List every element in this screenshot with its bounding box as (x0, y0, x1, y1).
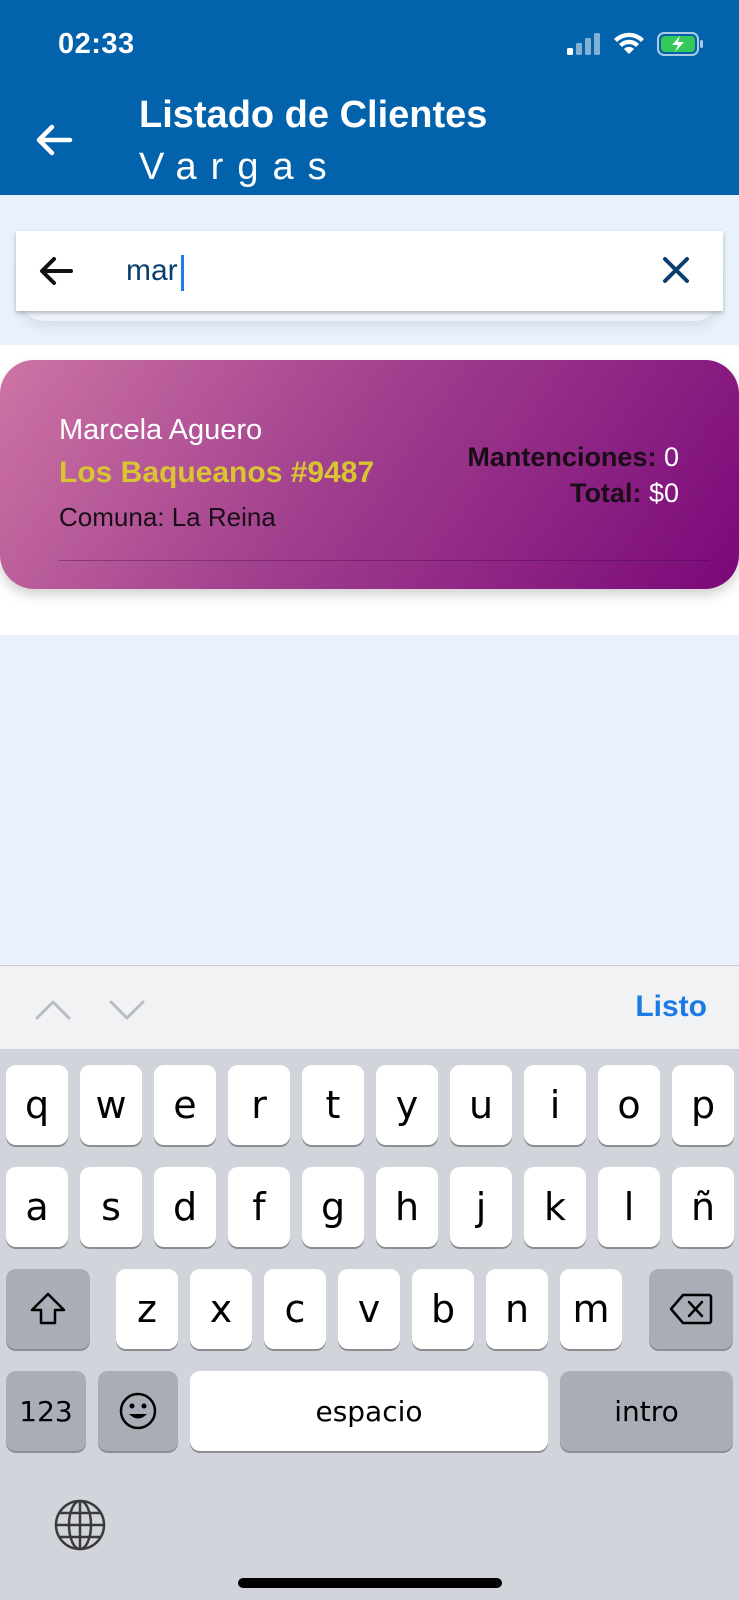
client-list: Marcela Aguero Los Baqueanos #9487 Comun… (0, 345, 739, 635)
wifi-icon (614, 32, 644, 54)
search-input[interactable] (126, 249, 626, 293)
key-u[interactable]: u (450, 1065, 512, 1145)
status-time: 02:33 (58, 28, 135, 60)
key-k[interactable]: k (524, 1167, 586, 1247)
client-name: Marcela Aguero (59, 414, 263, 446)
maintenance-label: Mantenciones: (467, 442, 657, 472)
emoji-key[interactable] (98, 1371, 178, 1451)
clear-icon[interactable] (659, 253, 693, 287)
total-amount: Total: $0 (570, 478, 679, 509)
backspace-icon (669, 1293, 713, 1325)
key-enye[interactable]: ñ (672, 1167, 734, 1247)
key-c[interactable]: c (264, 1269, 326, 1349)
client-comuna: Comuna: La Reina (59, 502, 276, 532)
done-button[interactable]: Listo (635, 990, 707, 1024)
status-icons (567, 32, 705, 56)
battery-charging-icon (657, 32, 703, 56)
key-t[interactable]: t (302, 1065, 364, 1145)
space-key[interactable]: espacio (190, 1371, 548, 1451)
key-d[interactable]: d (154, 1167, 216, 1247)
key-g[interactable]: g (302, 1167, 364, 1247)
key-j[interactable]: j (450, 1167, 512, 1247)
search-back-icon[interactable] (36, 251, 76, 291)
key-h[interactable]: h (376, 1167, 438, 1247)
key-y[interactable]: y (376, 1065, 438, 1145)
total-label: Total: (569, 478, 642, 508)
key-q[interactable]: q (6, 1065, 68, 1145)
return-key[interactable]: intro (560, 1371, 733, 1451)
emoji-icon (119, 1392, 157, 1430)
key-s[interactable]: s (80, 1167, 142, 1247)
back-arrow-icon[interactable] (32, 118, 76, 162)
key-n[interactable]: n (486, 1269, 548, 1349)
chevron-down-icon[interactable] (108, 990, 146, 1028)
text-caret (181, 255, 184, 291)
backspace-key[interactable] (649, 1269, 733, 1349)
key-i[interactable]: i (524, 1065, 586, 1145)
chevron-up-icon[interactable] (34, 990, 72, 1028)
key-w[interactable]: w (80, 1065, 142, 1145)
key-o[interactable]: o (598, 1065, 660, 1145)
app-header: 02:33 Listado de Clientes Vargas (0, 0, 739, 195)
search-bar (16, 231, 723, 311)
keyboard: q w e r t y u i o p a s d f g h j k l ñ … (0, 1049, 739, 1600)
globe-icon[interactable] (52, 1497, 108, 1553)
keyboard-toolbar: Listo (0, 965, 739, 1049)
key-l[interactable]: l (598, 1167, 660, 1247)
client-card[interactable]: Marcela Aguero Los Baqueanos #9487 Comun… (0, 360, 739, 589)
client-address: Los Baqueanos #9487 (59, 456, 375, 489)
empty-area (0, 635, 739, 965)
maintenance-value: 0 (663, 442, 679, 472)
key-z[interactable]: z (116, 1269, 178, 1349)
shift-key[interactable] (6, 1269, 90, 1349)
signal-icon (567, 33, 600, 55)
key-m[interactable]: m (560, 1269, 622, 1349)
key-r[interactable]: r (228, 1065, 290, 1145)
maintenance-count: Mantenciones: 0 (467, 442, 679, 473)
search-area (0, 195, 739, 345)
page-title: Listado de Clientes (139, 94, 488, 136)
key-b[interactable]: b (412, 1269, 474, 1349)
shift-icon (30, 1292, 66, 1325)
key-p[interactable]: p (672, 1065, 734, 1145)
key-x[interactable]: x (190, 1269, 252, 1349)
card-divider (59, 560, 709, 561)
key-e[interactable]: e (154, 1065, 216, 1145)
total-value: $0 (648, 478, 679, 508)
key-f[interactable]: f (228, 1167, 290, 1247)
key-v[interactable]: v (338, 1269, 400, 1349)
page-subtitle: Vargas (139, 146, 341, 188)
home-indicator[interactable] (238, 1578, 502, 1588)
numbers-key[interactable]: 123 (6, 1371, 86, 1451)
key-a[interactable]: a (6, 1167, 68, 1247)
